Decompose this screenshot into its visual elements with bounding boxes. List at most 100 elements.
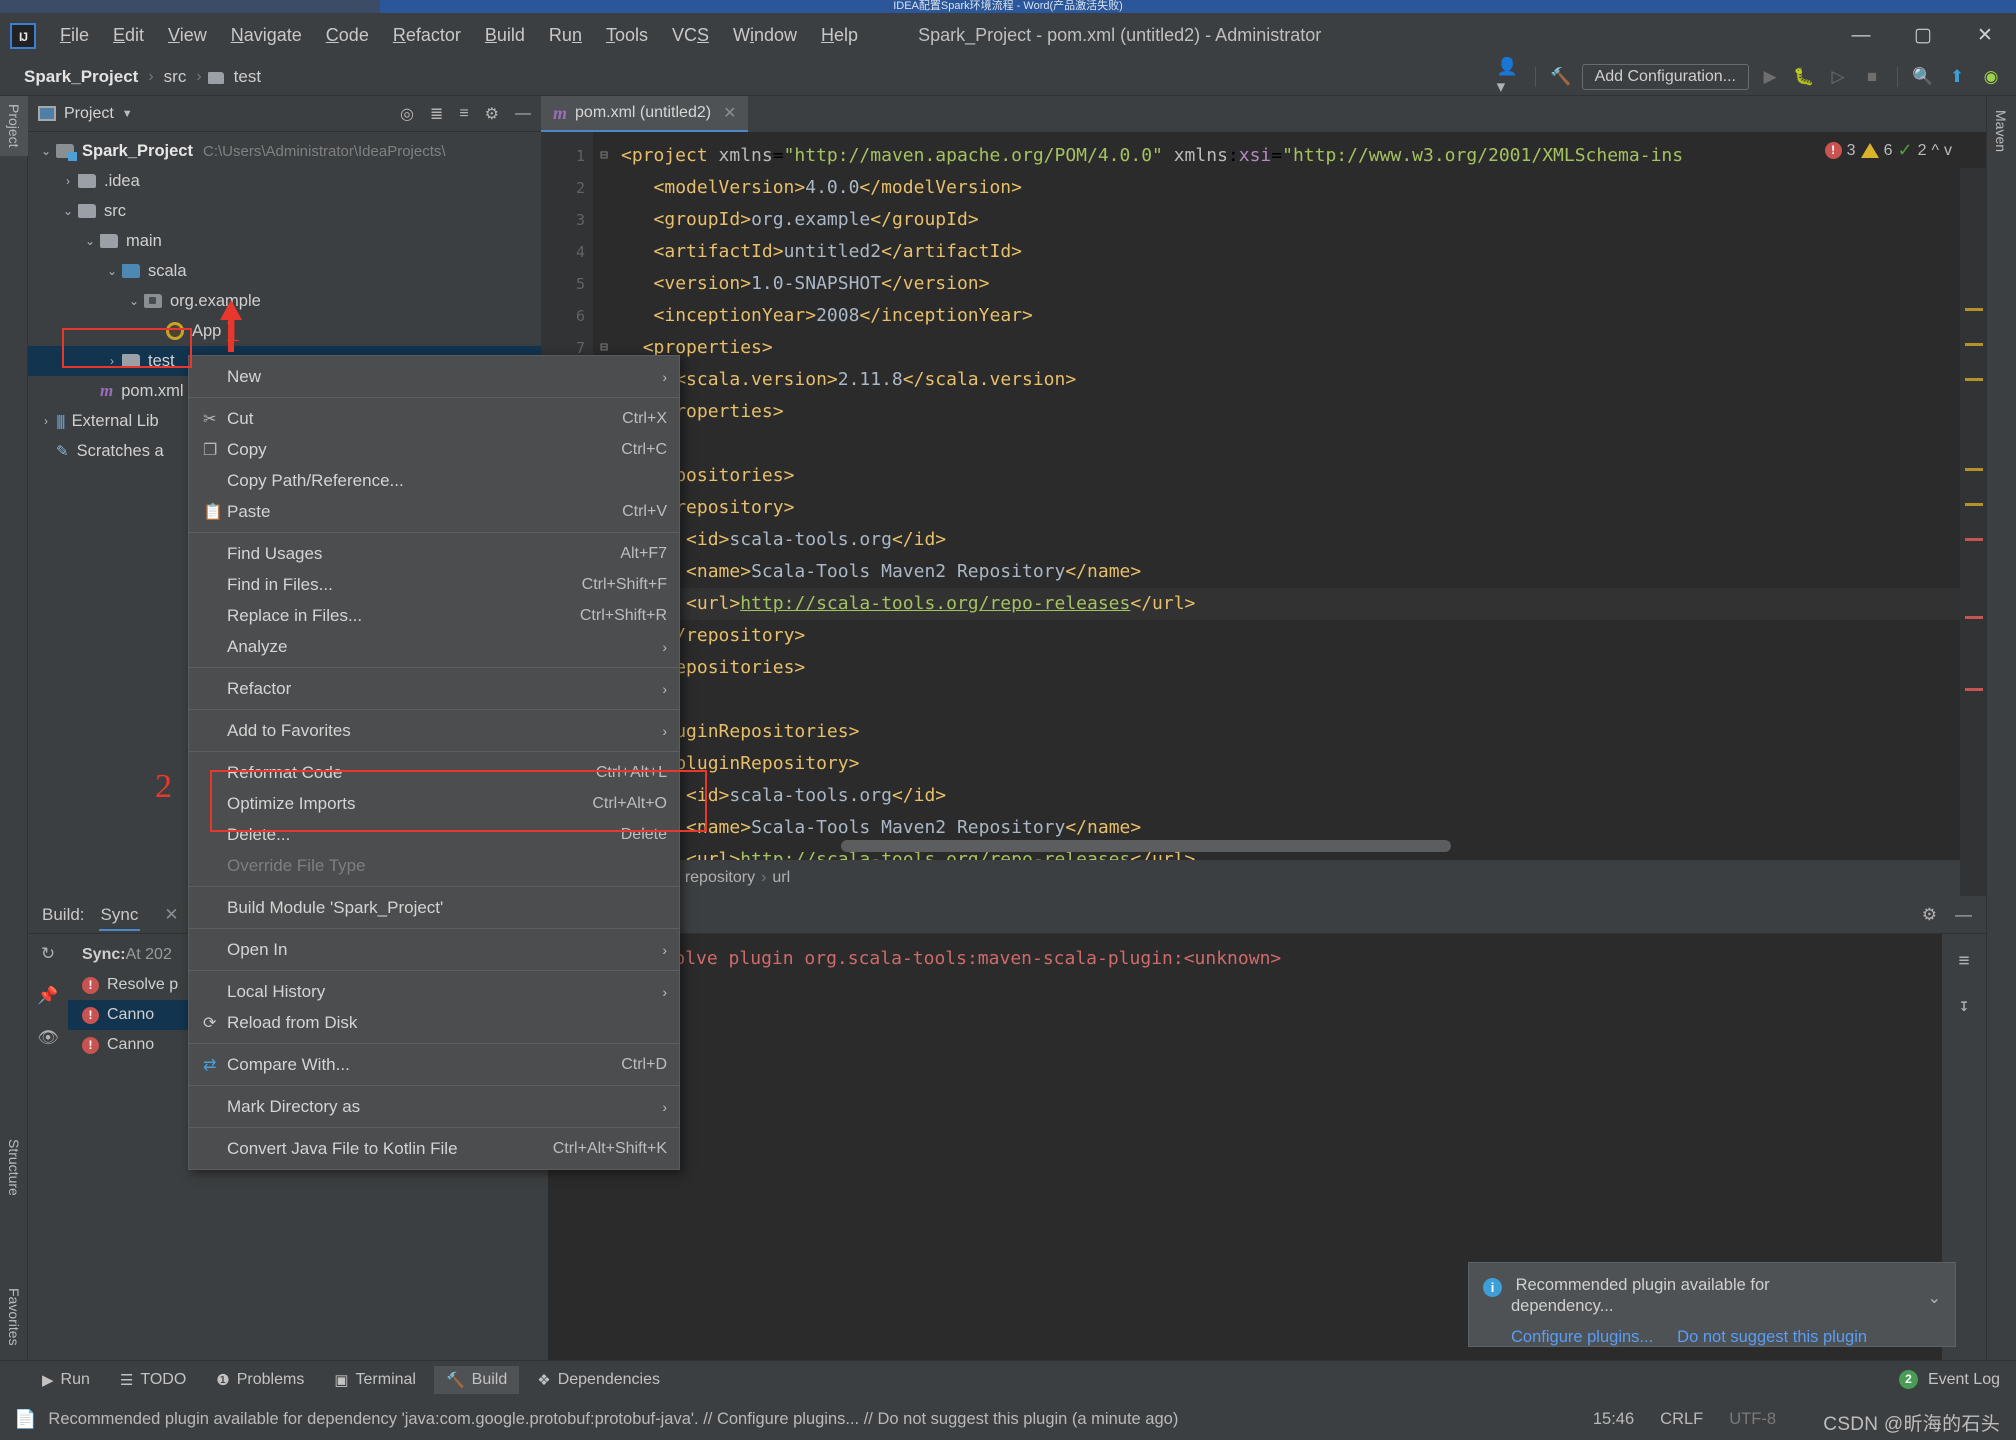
menu-tools[interactable]: Tools	[594, 21, 660, 50]
run-coverage-icon[interactable]: ▷	[1825, 64, 1851, 90]
menu-navigate[interactable]: Navigate	[219, 21, 314, 50]
tree-node-src[interactable]: ⌄src	[28, 196, 541, 226]
hide-icon[interactable]: —	[1955, 905, 1972, 925]
close-icon[interactable]: ✕	[723, 103, 736, 123]
scroll-to-end-icon[interactable]: ↧	[1959, 995, 1970, 1016]
chevron-right-icon[interactable]: ›	[36, 414, 56, 428]
rerun-icon[interactable]: ↻	[41, 944, 55, 964]
editor-marker-strip[interactable]	[1960, 168, 1986, 896]
bottom-tab-problems[interactable]: ❶Problems	[204, 1366, 316, 1394]
menu-item-compare-with[interactable]: ⇄Compare With...Ctrl+D	[189, 1049, 679, 1080]
sidebar-item-favorites[interactable]: Favorites	[0, 1280, 28, 1354]
menu-item-copy[interactable]: ❐CopyCtrl+C	[189, 434, 679, 465]
tree-node-spark-project[interactable]: ⌄Spark_ProjectC:\Users\Administrator\Ide…	[28, 136, 541, 166]
bottom-tab-run[interactable]: ▶Run	[30, 1366, 102, 1394]
settings-icon[interactable]: ⚙	[485, 104, 499, 124]
menu-code[interactable]: Code	[314, 21, 381, 50]
menu-item-find-usages[interactable]: Find UsagesAlt+F7	[189, 538, 679, 569]
editor-breadcrumb-item[interactable]: url	[772, 869, 790, 887]
bottom-tab-build[interactable]: 🔨Build	[434, 1366, 519, 1394]
inspection-widget[interactable]: ! 3 6 ✓ 2 ^ v	[1825, 140, 1952, 161]
hide-icon[interactable]: —	[515, 105, 531, 123]
menu-window[interactable]: Window	[721, 21, 809, 50]
chevron-right-icon[interactable]: ›	[58, 174, 78, 188]
menu-item-build-module--spark-project[interactable]: Build Module 'Spark_Project'	[189, 892, 679, 923]
stop-icon[interactable]: ■	[1859, 64, 1885, 90]
menu-view[interactable]: View	[156, 21, 219, 50]
fold-toggle-icon[interactable]: ⊟	[593, 140, 615, 172]
ide-and-plugin-updates-icon[interactable]: ◉	[1978, 64, 2004, 90]
menu-item-mark-directory-as[interactable]: Mark Directory as›	[189, 1091, 679, 1122]
settings-icon[interactable]: ⚙	[1922, 905, 1937, 925]
menu-item-paste[interactable]: 📋PasteCtrl+V	[189, 496, 679, 527]
menu-item-cut[interactable]: ✂CutCtrl+X	[189, 403, 679, 434]
menu-item-optimize-imports[interactable]: Optimize ImportsCtrl+Alt+O	[189, 788, 679, 819]
menu-help[interactable]: Help	[809, 21, 870, 50]
close-icon[interactable]: ✕	[164, 905, 178, 925]
editor-tab-pom-xml[interactable]: m pom.xml (untitled2) ✕	[541, 96, 748, 132]
prev-problem-icon[interactable]: ^	[1931, 142, 1939, 160]
tree-node-main[interactable]: ⌄main	[28, 226, 541, 256]
menu-item-reformat-code[interactable]: Reformat CodeCtrl+Alt+L	[189, 757, 679, 788]
minimize-button[interactable]: —	[1830, 13, 1892, 58]
sidebar-item-structure[interactable]: Structure	[0, 1131, 28, 1204]
breadcrumb-test[interactable]: test	[230, 67, 265, 87]
chevron-down-icon[interactable]: ⌄	[36, 144, 56, 158]
menu-item-reload-from-disk[interactable]: ⟳Reload from Disk	[189, 1007, 679, 1038]
code-content[interactable]: <project xmlns="http://maven.apache.org/…	[615, 132, 1986, 896]
menu-item-local-history[interactable]: Local History›	[189, 976, 679, 1007]
debug-icon[interactable]: 🐛	[1791, 64, 1817, 90]
eye-icon[interactable]: 👁	[37, 1028, 59, 1048]
tree-node--idea[interactable]: ›.idea	[28, 166, 541, 196]
status-message[interactable]: Recommended plugin available for depende…	[48, 1410, 1178, 1429]
menu-item-convert-java-file-to-kotlin-file[interactable]: Convert Java File to Kotlin FileCtrl+Alt…	[189, 1133, 679, 1164]
breadcrumb-src[interactable]: src	[160, 67, 191, 87]
bottom-tab-terminal[interactable]: ▣Terminal	[322, 1366, 428, 1394]
run-icon[interactable]: ▶	[1757, 64, 1783, 90]
chevron-down-icon[interactable]: ⌄	[124, 294, 144, 308]
build-tab-sync[interactable]: Sync	[99, 899, 141, 931]
editor-breadcrumb-item[interactable]: repository	[685, 869, 755, 887]
menu-item-find-in-files[interactable]: Find in Files...Ctrl+Shift+F	[189, 569, 679, 600]
locate-icon[interactable]: ◎	[400, 104, 414, 124]
user-dropdown-icon[interactable]: 👤▾	[1497, 64, 1523, 90]
add-configuration-button[interactable]: Add Configuration...	[1582, 64, 1749, 90]
do-not-suggest-link[interactable]: Do not suggest this plugin	[1677, 1327, 1867, 1348]
pin-icon[interactable]: 📌	[37, 986, 58, 1006]
menu-run[interactable]: Run	[537, 21, 594, 50]
search-icon[interactable]: 🔍	[1910, 64, 1936, 90]
chevron-down-icon[interactable]: ⌄	[102, 264, 122, 278]
tree-node-org-example[interactable]: ⌄org.example	[28, 286, 541, 316]
encoding[interactable]: UTF-8	[1729, 1410, 1776, 1429]
bottom-tab-todo[interactable]: ☰TODO	[108, 1366, 198, 1394]
collapse-all-icon[interactable]: ≡	[459, 105, 468, 123]
menu-item-refactor[interactable]: Refactor›	[189, 673, 679, 704]
breadcrumb-project[interactable]: Spark_Project	[20, 67, 142, 87]
menu-item-replace-in-files[interactable]: Replace in Files...Ctrl+Shift+R	[189, 600, 679, 631]
editor-horizontal-scrollbar[interactable]	[841, 840, 1451, 852]
chevron-down-icon[interactable]: ▼	[122, 108, 133, 120]
menu-item-copy-path-reference[interactable]: Copy Path/Reference...	[189, 465, 679, 496]
sidebar-item-project[interactable]: Project	[0, 96, 28, 156]
maximize-button[interactable]: ▢	[1892, 13, 1954, 58]
menu-refactor[interactable]: Refactor	[381, 21, 473, 50]
chevron-down-icon[interactable]: ⌄	[80, 234, 100, 248]
update-project-icon[interactable]: ⬆	[1944, 64, 1970, 90]
menu-file[interactable]: File	[48, 21, 101, 50]
tree-node-app[interactable]: App	[28, 316, 541, 346]
configure-plugins-link[interactable]: Configure plugins...	[1511, 1327, 1653, 1348]
line-separator[interactable]: CRLF	[1660, 1410, 1703, 1429]
chevron-down-icon[interactable]: ⌄	[58, 204, 78, 218]
menu-item-analyze[interactable]: Analyze›	[189, 631, 679, 662]
sidebar-item-maven[interactable]: Maven	[1986, 100, 2016, 162]
expand-all-icon[interactable]: ≣	[430, 104, 443, 124]
soft-wrap-icon[interactable]: ≡	[1959, 950, 1970, 971]
menu-item-open-in[interactable]: Open In›	[189, 934, 679, 965]
bottom-tab-dependencies[interactable]: ❖Dependencies	[525, 1366, 672, 1394]
chevron-right-icon[interactable]: ›	[102, 354, 122, 368]
menu-item-delete[interactable]: Delete...Delete	[189, 819, 679, 850]
hammer-icon[interactable]: 🔨	[1548, 64, 1574, 90]
menu-vcs[interactable]: VCS	[660, 21, 721, 50]
menu-edit[interactable]: Edit	[101, 21, 156, 50]
chevron-down-icon[interactable]: ⌄	[1928, 1289, 1941, 1309]
